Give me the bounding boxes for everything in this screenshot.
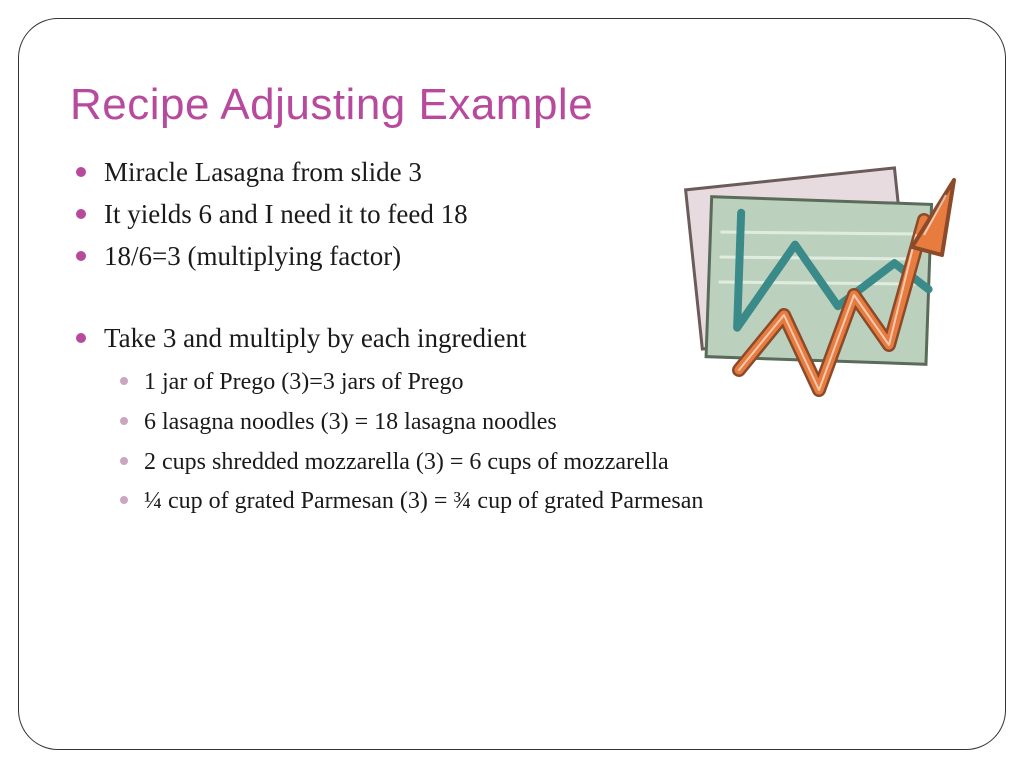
sub-bullet-item: 2 cups shredded mozzarella (3) = 6 cups … bbox=[140, 443, 954, 483]
slide-title: Recipe Adjusting Example bbox=[70, 80, 954, 130]
sub-bullet-item: ¼ cup of grated Parmesan (3) = ¾ cup of … bbox=[140, 482, 954, 522]
chart-clipart-icon bbox=[654, 155, 964, 435]
bullet-text: Take 3 and multiply by each ingredient bbox=[104, 323, 526, 353]
